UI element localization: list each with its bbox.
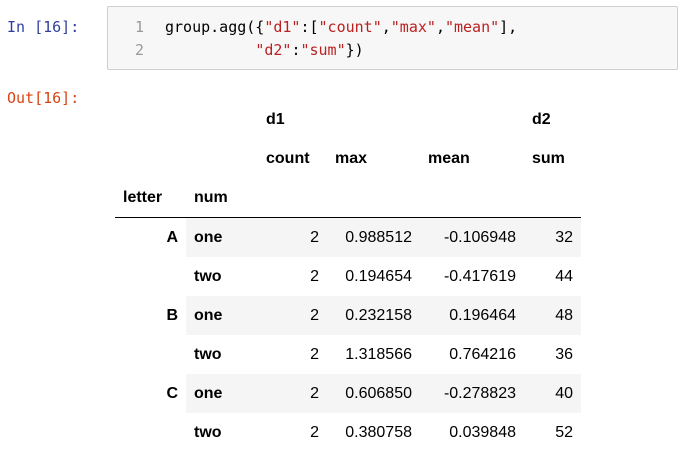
line-number: 2	[134, 41, 144, 59]
header-blank	[524, 178, 581, 218]
code-token: })	[345, 41, 364, 59]
header-blank	[258, 178, 327, 218]
code-cell[interactable]: 1 2 group.agg({"d1":["count","max","mean…	[107, 6, 678, 70]
code-line: group.agg({"d1":["count","max","mean"],	[165, 16, 517, 39]
cell-max: 0.194654	[345, 267, 412, 285]
table-row: A one 2 0.988512 -0.106948 32	[115, 217, 581, 257]
row-index-num: two	[194, 267, 222, 285]
cell-count: 2	[310, 228, 319, 246]
cell-sum: 40	[555, 384, 573, 402]
code-string-token: "d1"	[264, 18, 301, 36]
cell-count: 2	[310, 384, 319, 402]
header-row-level0: d1 d2	[115, 100, 581, 139]
column-group-d1: d1	[266, 110, 285, 128]
cell-count: 2	[310, 306, 319, 324]
cell-count: 2	[310, 267, 319, 285]
cell-max: 0.232158	[345, 306, 412, 324]
column-header-max: max	[335, 149, 368, 167]
cell-count: 2	[310, 345, 319, 363]
cell-mean: -0.417619	[443, 267, 516, 285]
table-row: B one 2 0.232158 0.196464 48	[115, 296, 581, 335]
code-token: ],	[499, 18, 518, 36]
header-blank	[420, 100, 524, 139]
cell-sum: 32	[555, 228, 573, 246]
column-header-mean: mean	[428, 149, 470, 167]
cell-mean: 0.196464	[449, 306, 516, 324]
row-index-letter	[115, 413, 186, 452]
code-token: :[	[300, 18, 319, 36]
cell-max: 0.606850	[345, 384, 412, 402]
line-number-gutter: 1 2	[108, 7, 150, 69]
code-token: ,	[381, 18, 391, 36]
row-index-num: one	[194, 228, 223, 246]
dataframe-table: d1 d2 count max mean sum letter num A on…	[115, 100, 581, 452]
row-index-letter: B	[115, 296, 186, 335]
code-editor[interactable]: group.agg({"d1":["count","max","mean"], …	[165, 16, 517, 62]
table-row: C one 2 0.606850 -0.278823 40	[115, 374, 581, 413]
cell-mean: 0.764216	[449, 345, 516, 363]
index-names-row: letter num	[115, 178, 581, 218]
cell-mean: 0.039848	[449, 423, 516, 441]
header-blank	[420, 178, 524, 218]
cell-sum: 52	[555, 423, 573, 441]
column-header-sum: sum	[532, 149, 565, 167]
code-line: "d2":"sum"})	[165, 39, 517, 62]
code-string-token: "mean"	[444, 18, 500, 36]
cell-sum: 48	[555, 306, 573, 324]
code-string-token: "sum"	[300, 41, 346, 59]
cell-mean: -0.106948	[443, 228, 516, 246]
code-string-token: "count"	[318, 18, 382, 36]
row-index-letter: A	[115, 217, 186, 257]
row-index-num: one	[194, 306, 223, 324]
row-index-num: two	[194, 345, 222, 363]
cell-mean: -0.278823	[443, 384, 516, 402]
row-index-letter	[115, 257, 186, 296]
cell-sum: 36	[555, 345, 573, 363]
header-blank	[327, 178, 420, 218]
input-prompt: In [16]:	[7, 18, 80, 36]
table-row: two 2 1.318566 0.764216 36	[115, 335, 581, 374]
output-prompt: Out[16]:	[7, 89, 80, 107]
code-token: ,	[435, 18, 445, 36]
table-row: two 2 0.380758 0.039848 52	[115, 413, 581, 452]
column-group-d2: d2	[532, 110, 551, 128]
cell-max: 0.988512	[345, 228, 412, 246]
cell-sum: 44	[555, 267, 573, 285]
row-index-letter	[115, 335, 186, 374]
cell-max: 0.380758	[345, 423, 412, 441]
header-blank	[186, 139, 258, 178]
row-index-num: two	[194, 423, 222, 441]
code-string-token: "max"	[390, 18, 436, 36]
code-token: group.agg({	[165, 18, 265, 36]
column-header-count: count	[266, 149, 310, 167]
index-name-letter: letter	[115, 178, 186, 218]
code-string-token: "d2"	[255, 41, 292, 59]
line-number: 1	[134, 18, 144, 36]
header-blank	[115, 139, 186, 178]
header-blank	[186, 100, 258, 139]
cell-count: 2	[310, 423, 319, 441]
row-index-num: one	[194, 384, 223, 402]
table-row: two 2 0.194654 -0.417619 44	[115, 257, 581, 296]
cell-max: 1.318566	[345, 345, 412, 363]
header-blank	[327, 100, 420, 139]
header-blank	[115, 100, 186, 139]
row-index-letter: C	[115, 374, 186, 413]
index-name-num: num	[186, 178, 258, 218]
header-row-level1: count max mean sum	[115, 139, 581, 178]
